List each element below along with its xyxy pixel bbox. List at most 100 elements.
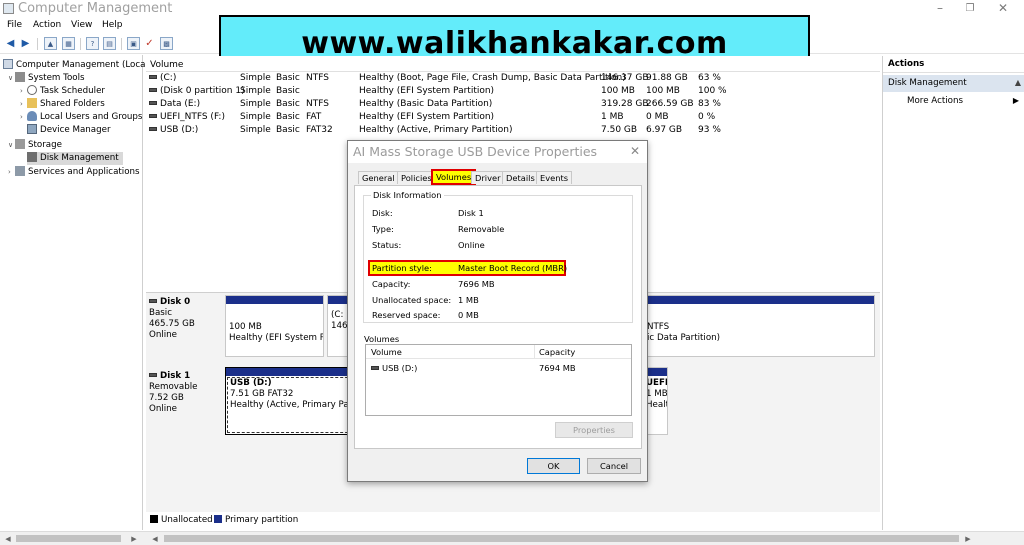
details-icon[interactable]: ▤ (103, 37, 116, 50)
dialog-title: AI Mass Storage USB Device Properties (353, 144, 598, 159)
volumes-list-header: Volume Capacity (366, 345, 631, 359)
column-volume[interactable]: Volume (371, 347, 402, 357)
drive-icon (149, 101, 157, 105)
partition-style-label: Partition style: (372, 263, 432, 273)
tab-events[interactable]: Events (536, 171, 573, 184)
drive-icon (371, 366, 379, 370)
tree-services[interactable]: › Services and Applications (8, 166, 140, 179)
tree-local-users[interactable]: › Local Users and Groups (20, 111, 142, 124)
disk0-c-partition[interactable]: (C: 146. (327, 295, 349, 357)
device-properties-dialog: AI Mass Storage USB Device Properties ✕ … (347, 140, 648, 482)
unallocated-swatch (150, 515, 158, 523)
restore-icon[interactable]: ❐ (955, 1, 985, 16)
tab-driver[interactable]: Driver (471, 171, 505, 184)
chevron-right-icon[interactable]: › (20, 113, 27, 121)
more-actions-item[interactable]: More Actions ▶ (883, 94, 1024, 109)
tab-details[interactable]: Details (502, 171, 539, 184)
horizontal-scrollbar[interactable]: ◀ ▶ ◀ ▶ (0, 531, 1024, 545)
field-label: Disk: (372, 208, 393, 218)
tree-root[interactable]: Computer Management (Local (3, 59, 148, 72)
show-tree-icon[interactable]: ▦ (62, 37, 75, 50)
chevron-down-icon[interactable]: ∨ (8, 74, 15, 82)
volumes-label: Volumes (364, 334, 400, 344)
disk0-efi-partition[interactable]: 100 MB Healthy (EFI System Pa (225, 295, 324, 357)
tree-task-scheduler[interactable]: › Task Scheduler (20, 85, 105, 98)
close-icon[interactable]: ✕ (988, 1, 1018, 16)
cancel-button[interactable]: Cancel (587, 458, 641, 474)
menu-help[interactable]: Help (102, 20, 123, 30)
field-label: Status: (372, 240, 402, 250)
tree-device-manager[interactable]: Device Manager (27, 124, 111, 137)
drive-icon (149, 114, 157, 118)
tools-icon (15, 72, 25, 82)
volume-row[interactable]: (Disk 0 partition 1) Simple Basic Health… (146, 86, 880, 99)
window-title: Computer Management (18, 1, 173, 16)
volumes-listview[interactable]: Volume Capacity USB (D:) 7694 MB (365, 344, 632, 416)
column-capacity[interactable]: Capacity (539, 347, 575, 357)
ok-button[interactable]: OK (527, 458, 580, 474)
chevron-right-icon[interactable]: › (8, 168, 15, 176)
volume-row[interactable]: Data (E:) Simple Basic NTFS Healthy (Bas… (146, 99, 880, 112)
chevron-down-icon[interactable]: ∨ (8, 141, 15, 149)
tab-general[interactable]: General (358, 171, 399, 184)
field-label: Unallocated space: (372, 295, 452, 305)
volume-row[interactable]: USB (D:) Simple Basic FAT32 Healthy (Act… (146, 125, 880, 138)
dialog-tabs: General Policies Volumes Driver Details … (354, 169, 642, 185)
volume-column-header[interactable]: Volume (146, 59, 880, 72)
scroll-thumb[interactable] (164, 535, 959, 542)
computer-management-icon (3, 3, 14, 14)
chevron-right-icon[interactable]: › (20, 87, 27, 95)
disk-icon (27, 152, 37, 162)
computer-icon (3, 59, 13, 69)
field-value: 7696 MB (458, 279, 495, 289)
actions-title: Actions (883, 56, 1024, 73)
tree-shared-folders[interactable]: › Shared Folders (20, 98, 105, 111)
minimize-icon[interactable]: – (925, 1, 955, 16)
tab-volumes[interactable]: Volumes (431, 169, 477, 185)
up-folder-icon[interactable]: ▲ (44, 37, 57, 50)
menu-action[interactable]: Action (33, 20, 61, 30)
properties-icon[interactable]: ▩ (160, 37, 173, 50)
dialog-close-icon[interactable]: ✕ (630, 144, 640, 158)
disk0-info[interactable]: Disk 0 Basic 465.75 GB Online (149, 297, 222, 341)
services-icon (15, 166, 25, 176)
volume-row[interactable]: (C:) Simple Basic NTFS Healthy (Boot, Pa… (146, 73, 880, 86)
field-value: Removable (458, 224, 505, 234)
actions-section-disk-management[interactable]: Disk Management ▲ (883, 75, 1024, 92)
actions-pane: Actions Disk Management ▲ More Actions ▶ (882, 56, 1024, 530)
drive-icon (149, 75, 157, 79)
tree-system-tools[interactable]: ∨ System Tools (8, 72, 85, 85)
properties-button[interactable]: Properties (555, 422, 633, 438)
volumes-tab-panel: Disk Information Disk: Disk 1 Type: Remo… (354, 185, 642, 449)
folder-icon (27, 98, 37, 108)
tree-disk-management[interactable]: Disk Management (27, 152, 123, 165)
drive-icon (149, 127, 157, 131)
dialog-title-bar: AI Mass Storage USB Device Properties ✕ (348, 141, 647, 163)
disk0-data-partition[interactable]: NTFS ic Data Partition) (643, 295, 875, 357)
disk1-info[interactable]: Disk 1 Removable 7.52 GB Online (149, 371, 222, 415)
connect-icon[interactable]: ▣ (127, 37, 140, 50)
forward-arrow-icon[interactable]: ▶ (19, 37, 32, 50)
field-value: Disk 1 (458, 208, 484, 218)
volume-row[interactable]: UEFI_NTFS (F:) Simple Basic FAT Healthy … (146, 112, 880, 125)
chevron-right-icon: ▶ (1012, 96, 1019, 105)
tab-policies[interactable]: Policies (397, 171, 436, 184)
tree-storage[interactable]: ∨ Storage (8, 139, 62, 152)
list-item[interactable]: USB (D:) 7694 MB (366, 363, 631, 376)
scroll-left-icon[interactable]: ◀ (149, 533, 161, 545)
chevron-right-icon[interactable]: › (20, 100, 27, 108)
help-icon[interactable]: ? (86, 37, 99, 50)
menu-view[interactable]: View (71, 20, 92, 30)
scroll-right-icon[interactable]: ▶ (128, 533, 140, 545)
back-arrow-icon[interactable]: ◀ (4, 37, 17, 50)
device-manager-icon (27, 124, 37, 134)
disk1-usb-partition[interactable]: USB (D:) 7.51 GB FAT32 Healthy (Active, … (225, 367, 355, 435)
users-icon (27, 111, 37, 121)
collapse-up-icon[interactable]: ▲ (1015, 78, 1021, 87)
scroll-thumb[interactable] (16, 535, 121, 542)
check-icon[interactable]: ✓ (143, 37, 156, 50)
scroll-left-icon[interactable]: ◀ (2, 533, 14, 545)
scroll-right-icon[interactable]: ▶ (962, 533, 974, 545)
menu-file[interactable]: File (7, 20, 22, 30)
disk-icon (149, 299, 157, 303)
